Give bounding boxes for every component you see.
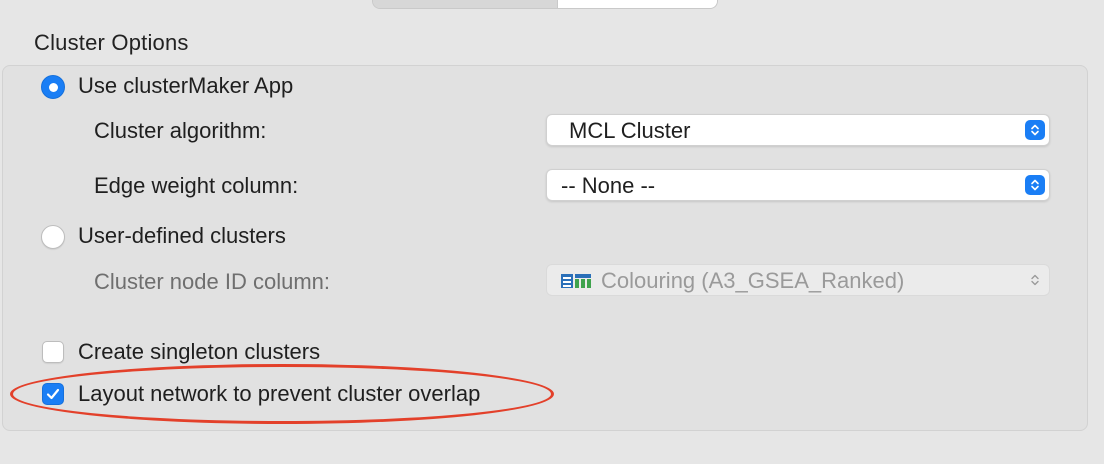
layout-network-label[interactable]: Layout network to prevent cluster overla… [78,381,480,407]
segment-left[interactable] [373,0,558,8]
edge-weight-column-label: Edge weight column: [94,173,299,198]
cluster-node-id-column-select[interactable]: Colouring (A3_GSEA_Ranked) [546,264,1050,296]
use-clustermaker-label[interactable]: Use clusterMaker App [78,73,293,99]
user-defined-clusters-radio[interactable] [41,225,65,249]
user-defined-clusters-label[interactable]: User-defined clusters [78,223,286,249]
table-column-icon [561,274,591,288]
create-singleton-clusters-label[interactable]: Create singleton clusters [78,339,320,365]
edge-weight-column-value: -- None -- [561,173,656,198]
checkmark-icon [46,388,60,400]
segmented-control-top [372,0,718,9]
use-clustermaker-radio[interactable] [41,75,65,99]
cluster-algorithm-label: Cluster algorithm: [94,118,267,143]
cluster-node-id-column-value: Colouring (A3_GSEA_Ranked) [601,268,905,293]
chevron-updown-icon [1025,120,1045,140]
radio-selected-icon [48,82,58,92]
cluster-algorithm-value: MCL Cluster [569,118,691,143]
create-singleton-clusters-checkbox[interactable] [42,341,64,363]
segment-right[interactable] [558,0,717,8]
cluster-algorithm-select[interactable]: MCL Cluster [546,114,1050,146]
edge-weight-column-select[interactable]: -- None -- [546,169,1050,201]
cluster-node-id-column-label: Cluster node ID column: [94,269,330,294]
layout-network-checkbox[interactable] [42,383,64,405]
section-title: Cluster Options [34,30,189,55]
chevron-updown-icon [1025,270,1045,290]
chevron-updown-icon [1025,175,1045,195]
